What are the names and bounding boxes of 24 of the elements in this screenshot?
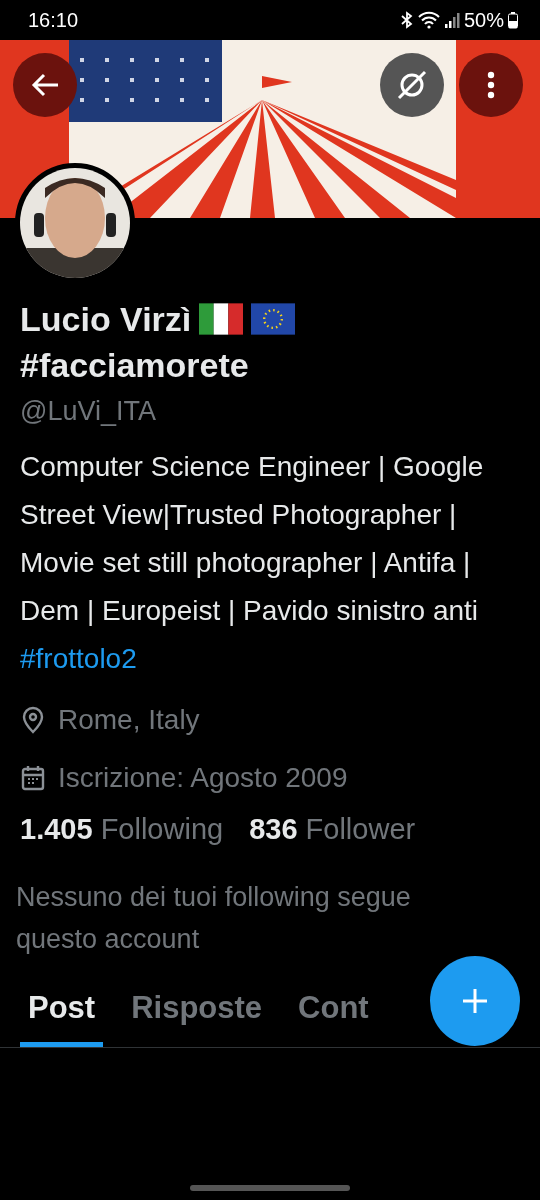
status-time: 16:10	[28, 8, 79, 32]
profile-tab[interactable]: Risposte	[123, 980, 271, 1047]
signal-icon	[443, 11, 460, 29]
location-text: Rome, Italy	[58, 704, 200, 736]
wifi-icon	[417, 11, 440, 29]
profile-handle: @LuVi_ITA	[20, 396, 157, 427]
eu-flag-icon	[251, 303, 296, 335]
plus-icon	[462, 988, 488, 1014]
profile-tab[interactable]: Cont	[290, 980, 377, 1047]
italy-flag-icon	[199, 303, 244, 335]
battery-icon	[508, 11, 518, 29]
join-date: Iscrizione: Agosto 2009	[58, 762, 348, 794]
bluetooth-icon	[399, 11, 414, 29]
profile-hashtag: #facciamorete	[20, 345, 250, 386]
profile-name: Lucio Virzì	[20, 299, 192, 340]
profile-bio: Computer Science Engineer | Google Street View|Trusted Photographer | Movie set still photographer | Antifa | Dem | Europeist | Pavido sinistro anti #frottolo2	[20, 450, 485, 676]
followers-note: Nessuno dei tuoi following segue questo account	[16, 881, 412, 956]
calendar-icon	[20, 764, 46, 792]
profile-tab[interactable]: Post	[20, 980, 104, 1047]
follow-count-link[interactable]: 1.405 Following	[20, 813, 224, 846]
hashtag-link[interactable]: #frottolo2	[20, 643, 137, 674]
battery-percent: 50%	[463, 8, 504, 32]
follow-count-link[interactable]: 836 Follower	[249, 813, 416, 846]
location-pin-icon	[20, 706, 46, 734]
